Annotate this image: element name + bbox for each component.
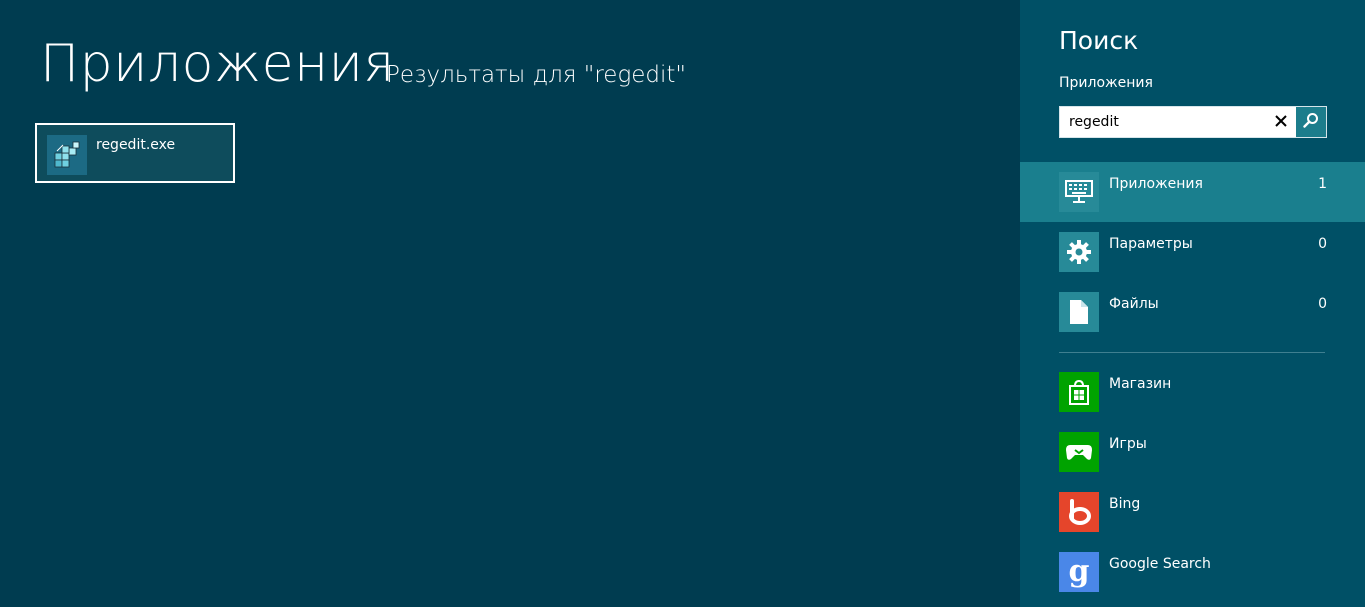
scope-count: 0 <box>1318 236 1327 252</box>
file-icon <box>1059 292 1099 332</box>
results-subtitle: Результаты для "regedit" <box>386 62 686 88</box>
scope-apps[interactable]: Приложения 1 <box>1020 162 1365 222</box>
scope-count: 0 <box>1318 296 1327 312</box>
app-games[interactable]: Игры <box>1020 422 1365 482</box>
app-label: Игры <box>1109 436 1147 452</box>
search-icon <box>1302 111 1320 133</box>
app-store[interactable]: Магазин <box>1020 362 1365 422</box>
app-bing[interactable]: Bing <box>1020 482 1365 542</box>
scope-label: Приложения <box>1109 176 1203 192</box>
gamepad-icon <box>1059 432 1099 472</box>
regedit-icon <box>47 135 87 175</box>
close-icon <box>1274 113 1288 132</box>
result-name: regedit.exe <box>96 137 176 153</box>
scope-label: Файлы <box>1109 296 1159 312</box>
clear-search-button[interactable] <box>1266 107 1296 137</box>
app-label: Магазин <box>1109 376 1172 392</box>
page-title: Приложения <box>40 34 395 94</box>
bing-icon <box>1059 492 1099 532</box>
app-label: Google Search <box>1109 556 1211 572</box>
search-charm: Поиск Приложения regedit Приложения 1 Па… <box>1020 0 1365 607</box>
svg-text:g: g <box>1069 555 1090 589</box>
scope-files[interactable]: Файлы 0 <box>1020 282 1365 342</box>
search-button[interactable] <box>1296 107 1326 137</box>
result-tile-regedit[interactable]: regedit.exe <box>35 123 235 183</box>
app-google-search[interactable]: g Google Search <box>1020 542 1365 602</box>
scope-count: 1 <box>1318 176 1327 192</box>
apps-results-pane: Приложения Результаты для "regedit" rege… <box>0 0 1020 607</box>
scope-label: Параметры <box>1109 236 1193 252</box>
charm-title: Поиск <box>1059 26 1139 55</box>
search-input[interactable] <box>1060 107 1260 137</box>
keyboard-monitor-icon <box>1059 172 1099 212</box>
search-box <box>1059 106 1327 138</box>
app-label: Bing <box>1109 496 1141 512</box>
gear-icon <box>1059 232 1099 272</box>
divider <box>1059 352 1325 353</box>
scope-settings[interactable]: Параметры 0 <box>1020 222 1365 282</box>
search-scope-label: Приложения <box>1059 75 1153 91</box>
store-icon <box>1059 372 1099 412</box>
google-icon: g <box>1059 552 1099 592</box>
